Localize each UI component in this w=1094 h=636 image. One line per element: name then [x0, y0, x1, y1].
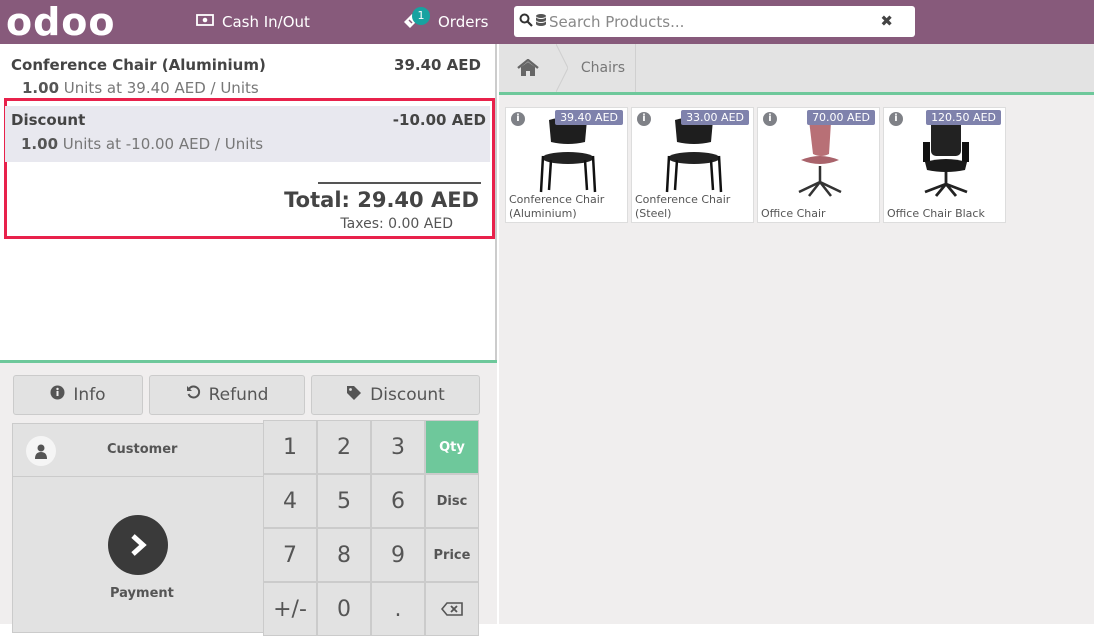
cash-label: Cash In/Out	[222, 13, 310, 31]
numpad-key[interactable]: 5	[317, 474, 371, 528]
info-button[interactable]: Info	[13, 375, 143, 415]
product-screen: Chairs i 39.40 AED Conference Chair (Alu…	[499, 44, 1094, 624]
order-line-detail: 1.00 Units at 39.40 AED / Units	[22, 79, 259, 97]
numpad-key[interactable]: 4	[263, 474, 317, 528]
product-name: Office Chair	[761, 207, 826, 220]
orders-count-badge: 1	[412, 7, 430, 25]
numpad-key[interactable]: 2	[317, 420, 371, 474]
product-price-tag: 33.00 AED	[681, 110, 749, 125]
chevron-right-icon	[108, 515, 168, 575]
undo-icon	[186, 385, 201, 405]
numpad-key[interactable]: 7	[263, 528, 317, 582]
product-card[interactable]: i 33.00 AED Conference Chair (Steel)	[631, 107, 754, 223]
total-divider	[318, 182, 481, 184]
numpad-mode-disc[interactable]: Disc	[425, 474, 479, 528]
order-line-selected[interactable]: Discount -10.00 AED 1.00 Units at -10.00…	[5, 106, 490, 162]
order-line-price: -10.00 AED	[392, 111, 486, 129]
info-label: Info	[73, 385, 106, 405]
product-price-tag: 39.40 AED	[555, 110, 623, 125]
numpad: 1 2 3 Qty 4 5 6 Disc 7 8 9 Price +/- 0 .	[263, 420, 481, 636]
order-taxes: Taxes: 0.00 AED	[340, 216, 453, 232]
product-info-icon[interactable]: i	[511, 112, 525, 126]
order-line-detail: 1.00 Units at -10.00 AED / Units	[21, 135, 264, 153]
home-icon[interactable]	[499, 44, 556, 92]
discount-button[interactable]: Discount	[311, 375, 480, 415]
product-info-icon[interactable]: i	[763, 112, 777, 126]
search-input[interactable]	[549, 7, 869, 36]
info-icon	[50, 385, 65, 405]
ticket-icon: 1	[402, 7, 430, 32]
product-info-icon[interactable]: i	[637, 112, 651, 126]
numpad-key[interactable]: 0	[317, 582, 371, 636]
tag-icon	[346, 385, 362, 406]
numpad-key[interactable]: 8	[317, 528, 371, 582]
action-pad: Customer Payment	[12, 423, 264, 633]
product-info-icon[interactable]: i	[889, 112, 903, 126]
numpad-key[interactable]: 6	[371, 474, 425, 528]
product-price-tag: 70.00 AED	[807, 110, 875, 125]
orders-button[interactable]: 1 Orders	[402, 7, 489, 34]
cash-icon	[196, 13, 214, 31]
numpad-key[interactable]: 3	[371, 420, 425, 474]
product-price-tag: 120.50 AED	[926, 110, 1001, 125]
payment-button[interactable]: Payment	[13, 478, 263, 634]
breadcrumb: Chairs	[499, 44, 1094, 95]
backspace-icon[interactable]	[425, 582, 479, 636]
numpad-key-decimal[interactable]: .	[371, 582, 425, 636]
avatar	[26, 436, 56, 466]
numpad-key[interactable]: 1	[263, 420, 317, 474]
product-card[interactable]: i 70.00 AED Office Chair	[757, 107, 880, 223]
numpad-mode-price[interactable]: Price	[425, 528, 479, 582]
customer-label: Customer	[107, 442, 178, 457]
numpad-key-plus-minus[interactable]: +/-	[263, 582, 317, 636]
database-icon	[535, 12, 547, 31]
orders-label: Orders	[438, 13, 489, 31]
product-name: Office Chair Black	[887, 207, 985, 220]
order-line-name: Conference Chair (Aluminium)	[11, 56, 266, 74]
breadcrumb-separator	[556, 44, 568, 92]
odoo-logo: odoo	[6, 0, 116, 44]
numpad-mode-qty[interactable]: Qty	[425, 420, 479, 474]
product-card[interactable]: i 39.40 AED Conference Chair (Aluminium)	[505, 107, 628, 223]
payment-label: Payment	[110, 586, 174, 601]
refund-label: Refund	[208, 385, 269, 405]
customer-button[interactable]: Customer	[13, 424, 263, 477]
order-line[interactable]: Conference Chair (Aluminium) 39.40 AED 1…	[0, 44, 490, 97]
product-card[interactable]: i 120.50 AED Office Chair Black	[883, 107, 1006, 223]
order-line-name: Discount	[11, 111, 86, 129]
product-name: Conference Chair (Aluminium)	[509, 193, 605, 220]
order-total: Total: 29.40 AED	[284, 188, 479, 212]
order-line-price: 39.40 AED	[394, 56, 481, 74]
search-box: ✖	[514, 6, 915, 37]
discount-label: Discount	[370, 385, 445, 405]
breadcrumb-category[interactable]: Chairs	[571, 44, 636, 92]
product-name: Conference Chair (Steel)	[635, 193, 731, 220]
search-icon	[519, 12, 533, 31]
cash-in-out-button[interactable]: Cash In/Out	[196, 10, 310, 34]
numpad-key[interactable]: 9	[371, 528, 425, 582]
refund-button[interactable]: Refund	[149, 375, 305, 415]
control-panel: Info Refund Discount Customer Payment 1 …	[0, 360, 497, 636]
top-bar: odoo Cash In/Out 1 Orders ✖	[0, 0, 1094, 44]
clear-search-icon[interactable]: ✖	[880, 12, 893, 30]
